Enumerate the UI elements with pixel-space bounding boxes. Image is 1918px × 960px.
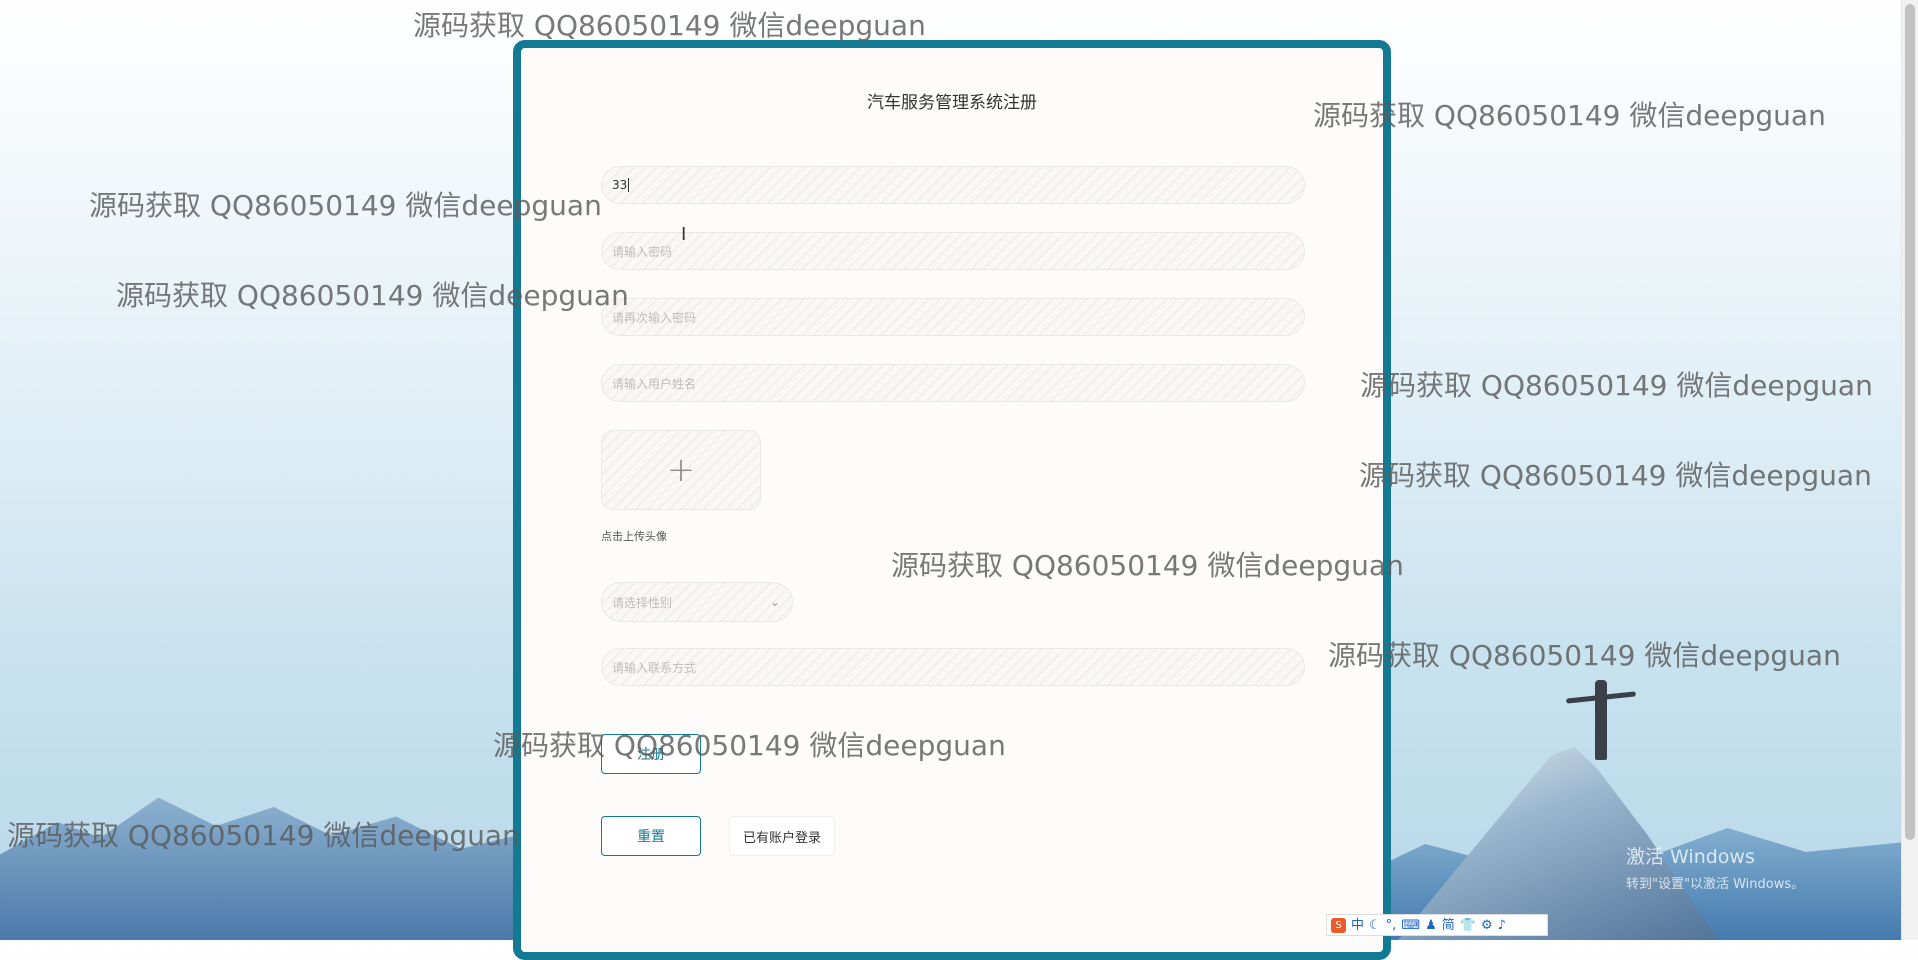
phone-input[interactable]: 请输入联系方式 xyxy=(601,648,1305,686)
password-input[interactable]: 请输入密码 xyxy=(601,232,1305,270)
skin-icon[interactable]: 👕 xyxy=(1460,919,1476,932)
avatar-upload-hint: 点击上传头像 xyxy=(601,530,667,543)
background-peak xyxy=(1398,746,1718,940)
page-title: 汽车服务管理系统注册 xyxy=(867,93,1037,113)
password-placeholder: 请输入密码 xyxy=(612,244,673,259)
gender-select[interactable]: 请选择性别 ⌄ xyxy=(601,582,793,622)
login-link-button[interactable]: 已有账户登录 xyxy=(729,816,835,856)
reset-button[interactable]: 重置 xyxy=(601,816,701,856)
ime-toolbar[interactable]: S 中 ☾ °, ⌨ ♟ 简 👕 ⚙ ♪ xyxy=(1326,914,1548,936)
text-caret xyxy=(628,178,630,192)
moon-icon[interactable]: ☾ xyxy=(1369,919,1381,932)
sogou-logo-icon: S xyxy=(1331,917,1346,933)
windows-activation-notice: 激活 Windows 转到"设置"以激活 Windows。 xyxy=(1626,842,1804,892)
activation-title: 激活 Windows xyxy=(1626,846,1755,868)
watermark: 源码获取 QQ86050149 微信deepguan xyxy=(1360,369,1873,402)
phone-placeholder: 请输入联系方式 xyxy=(612,660,697,675)
ime-item[interactable]: 中 xyxy=(1351,919,1364,932)
login-link-label: 已有账户登录 xyxy=(742,830,821,846)
reset-button-label: 重置 xyxy=(637,829,665,845)
text-cursor-icon: I xyxy=(681,224,687,245)
register-button[interactable]: 注册 xyxy=(601,734,701,774)
vertical-scrollbar[interactable] xyxy=(1901,0,1918,940)
keyboard-icon[interactable]: ⌨ xyxy=(1401,919,1420,932)
account-input-value: 33 xyxy=(612,178,628,192)
confirm-password-placeholder: 请再次输入密码 xyxy=(612,310,697,325)
register-button-label: 注册 xyxy=(637,747,665,763)
avatar-upload[interactable]: + xyxy=(601,430,761,510)
watermark: 源码获取 QQ86050149 微信deepguan xyxy=(1359,459,1872,492)
activation-subtitle: 转到"设置"以激活 Windows。 xyxy=(1626,877,1805,892)
register-card: 汽车服务管理系统注册 33 请输入密码 请再次输入密码 请输入用户姓名 + 点击… xyxy=(513,40,1391,960)
plus-icon: + xyxy=(666,450,696,490)
watermark: 源码获取 QQ86050149 微信deepguan xyxy=(1328,639,1841,672)
ime-item[interactable]: 简 xyxy=(1442,919,1455,932)
scrollbar-thumb[interactable] xyxy=(1905,4,1915,840)
confirm-password-input[interactable]: 请再次输入密码 xyxy=(601,298,1305,336)
watermark: 源码获取 QQ86050149 微信deepguan xyxy=(413,9,926,42)
account-input[interactable]: 33 xyxy=(601,166,1305,204)
punctuation-icon[interactable]: °, xyxy=(1386,919,1397,932)
user-icon[interactable]: ♟ xyxy=(1425,919,1437,932)
background-man-figure xyxy=(1595,680,1607,760)
chevron-down-icon: ⌄ xyxy=(769,595,780,609)
gender-select-placeholder: 请选择性别 xyxy=(612,595,673,610)
tiktok-icon[interactable]: ♪ xyxy=(1498,919,1506,932)
gear-icon[interactable]: ⚙ xyxy=(1481,919,1493,932)
user-name-input[interactable]: 请输入用户姓名 xyxy=(601,364,1305,402)
user-name-placeholder: 请输入用户姓名 xyxy=(612,376,697,391)
